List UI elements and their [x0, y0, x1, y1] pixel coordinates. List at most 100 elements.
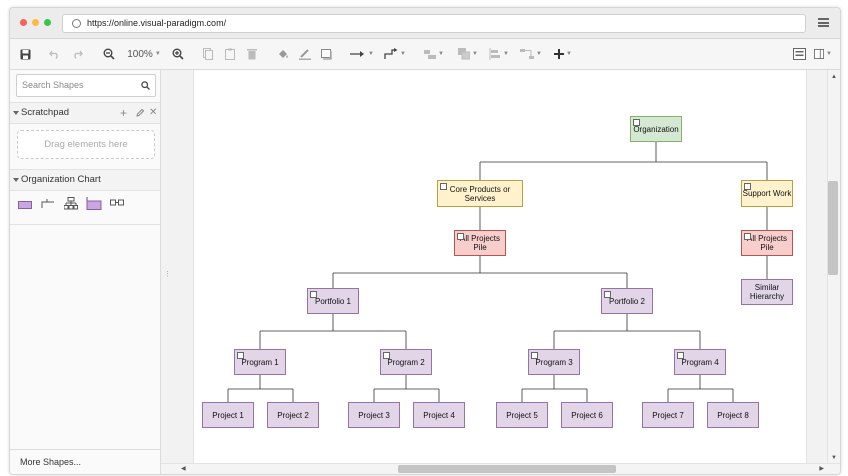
org-node-project[interactable]: Project 6	[561, 402, 613, 428]
org-node-all-projects-pile[interactable]: All Projects Pile	[454, 230, 506, 256]
org-node-portfolio[interactable]: Portfolio 1	[307, 288, 359, 314]
vertical-scroll-thumb[interactable]	[828, 181, 838, 275]
format-panel-icon[interactable]	[792, 46, 806, 62]
site-info-icon[interactable]	[72, 19, 81, 28]
org-node-project[interactable]: Project 4	[413, 402, 465, 428]
collapse-icon[interactable]	[744, 233, 751, 240]
scratchpad-title: Scratchpad	[21, 107, 70, 118]
org-node-label: Program 4	[681, 357, 719, 367]
org-node-label: Project 1	[212, 410, 244, 420]
scroll-down-icon[interactable]: ▼	[831, 455, 837, 461]
more-shapes-button[interactable]: More Shapes...	[10, 449, 160, 474]
shadow-icon[interactable]	[320, 46, 334, 62]
distribute-dropdown[interactable]: ▼	[487, 46, 511, 62]
zoom-out-icon[interactable]	[102, 46, 116, 62]
diagram-page[interactable]: Organization Core Products or Services S…	[193, 70, 807, 463]
scroll-up-icon[interactable]: ▲	[831, 74, 837, 80]
org-node-label: Program 2	[387, 357, 425, 367]
collapse-icon[interactable]	[531, 352, 538, 359]
org-node-label: Portfolio 2	[608, 296, 646, 306]
search-shapes-input[interactable]: Search Shapes	[16, 74, 156, 97]
drag-hint-text: Drag elements here	[44, 139, 128, 150]
line-color-icon[interactable]	[298, 46, 312, 62]
editor-toolbar: 100% ▼ ▼ ▼ ▼ ▼ ▼ ▼ ▼ ▼	[10, 39, 840, 70]
search-icon[interactable]	[141, 81, 150, 90]
org-node-project[interactable]: Project 8	[707, 402, 759, 428]
save-icon[interactable]	[18, 46, 32, 62]
org-connector-shape[interactable]	[41, 199, 55, 209]
zoom-in-icon[interactable]	[171, 46, 185, 62]
undo-icon[interactable]	[48, 46, 62, 62]
shapes-sidebar: Search Shapes Scratchpad + ✕ Drag elemen…	[10, 70, 161, 474]
scroll-right-icon[interactable]: ▶	[819, 465, 824, 472]
scratchpad-header[interactable]: Scratchpad + ✕	[10, 102, 160, 124]
collapse-icon[interactable]	[383, 352, 390, 359]
org-node-project[interactable]: Project 3	[348, 402, 400, 428]
org-node-label: Project 7	[652, 410, 684, 420]
address-bar[interactable]: https://online.visual-paradigm.com/	[62, 14, 806, 33]
diagram-canvas[interactable]: Organization Core Products or Services S…	[161, 70, 827, 463]
org-sibling-shape[interactable]	[110, 199, 124, 207]
org-unit-shape[interactable]	[18, 201, 32, 209]
address-bar-url: https://online.visual-paradigm.com/	[87, 18, 227, 28]
collapse-icon[interactable]	[604, 291, 611, 298]
org-node-program[interactable]: Program 2	[380, 349, 432, 375]
org-node-label: Core Products or Services	[449, 184, 511, 203]
zoom-level-dropdown[interactable]: 100% ▼	[124, 46, 164, 62]
org-node-project[interactable]: Project 7	[642, 402, 694, 428]
maximize-window-dot[interactable]	[44, 19, 51, 26]
fill-color-icon[interactable]	[276, 46, 290, 62]
org-node-all-projects-pile-support[interactable]: All Projects Pile	[741, 230, 793, 256]
org-node-project[interactable]: Project 1	[202, 402, 254, 428]
organization-chart-header[interactable]: Organization Chart	[10, 169, 160, 191]
org-node-program[interactable]: Program 4	[674, 349, 726, 375]
browser-titlebar: https://online.visual-paradigm.com/	[10, 8, 840, 39]
minimize-window-dot[interactable]	[32, 19, 39, 26]
add-icon[interactable]: +	[120, 103, 127, 123]
org-node-portfolio[interactable]: Portfolio 2	[601, 288, 653, 314]
redo-icon[interactable]	[70, 46, 84, 62]
scratchpad-drop-zone[interactable]: Drag elements here	[17, 130, 155, 159]
close-window-dot[interactable]	[20, 19, 27, 26]
collapse-icon[interactable]	[237, 352, 244, 359]
close-icon[interactable]: ✕	[149, 103, 157, 123]
scroll-left-icon[interactable]: ◀	[181, 465, 186, 472]
collapse-icon[interactable]	[677, 352, 684, 359]
collapse-icon[interactable]	[440, 183, 447, 190]
org-node-similar-hierarchy[interactable]: Similar Hierarchy	[741, 279, 793, 305]
horizontal-scroll-thumb[interactable]	[398, 465, 616, 473]
org-container-shape[interactable]	[86, 196, 102, 210]
copy-icon[interactable]	[201, 46, 215, 62]
insert-dropdown[interactable]: ▼	[551, 46, 575, 62]
arrange-dropdown[interactable]: ▼	[456, 46, 480, 62]
org-node-label: All Projects Pile	[459, 234, 500, 252]
align-dropdown[interactable]: ▼	[422, 46, 446, 62]
chevron-down-icon: ▼	[154, 51, 161, 57]
paste-icon[interactable]	[223, 46, 237, 62]
browser-menu-icon[interactable]	[818, 18, 829, 27]
org-node-project[interactable]: Project 2	[267, 402, 319, 428]
collapse-icon[interactable]	[310, 291, 317, 298]
collapse-icon[interactable]	[744, 183, 751, 190]
org-node-label: Project 6	[571, 410, 603, 420]
edit-icon[interactable]	[136, 109, 144, 117]
layout-dropdown[interactable]: ▼	[518, 46, 544, 62]
collapse-icon[interactable]	[633, 119, 640, 126]
org-node-project[interactable]: Project 5	[496, 402, 548, 428]
delete-icon[interactable]	[245, 46, 259, 62]
org-node-root[interactable]: Organization	[630, 116, 682, 142]
org-node-core-products[interactable]: Core Products or Services	[437, 180, 523, 207]
org-node-label: Similar Hierarchy	[749, 283, 785, 301]
org-node-support-work[interactable]: Support Work	[741, 180, 793, 207]
org-node-label: Organization	[633, 124, 679, 134]
sidebar-resize-handle[interactable]: ⋮	[164, 270, 171, 278]
org-node-program[interactable]: Program 3	[528, 349, 580, 375]
more-shapes-label: More Shapes...	[20, 457, 82, 467]
collapse-icon[interactable]	[457, 233, 464, 240]
org-hierarchy-shape[interactable]	[64, 197, 78, 210]
panels-toggle-dropdown[interactable]: ▼	[814, 46, 832, 62]
organization-chart-title: Organization Chart	[21, 174, 101, 185]
connector-style-dropdown[interactable]: ▼	[349, 46, 375, 62]
org-node-program[interactable]: Program 1	[234, 349, 286, 375]
waypoint-style-dropdown[interactable]: ▼	[382, 46, 408, 62]
